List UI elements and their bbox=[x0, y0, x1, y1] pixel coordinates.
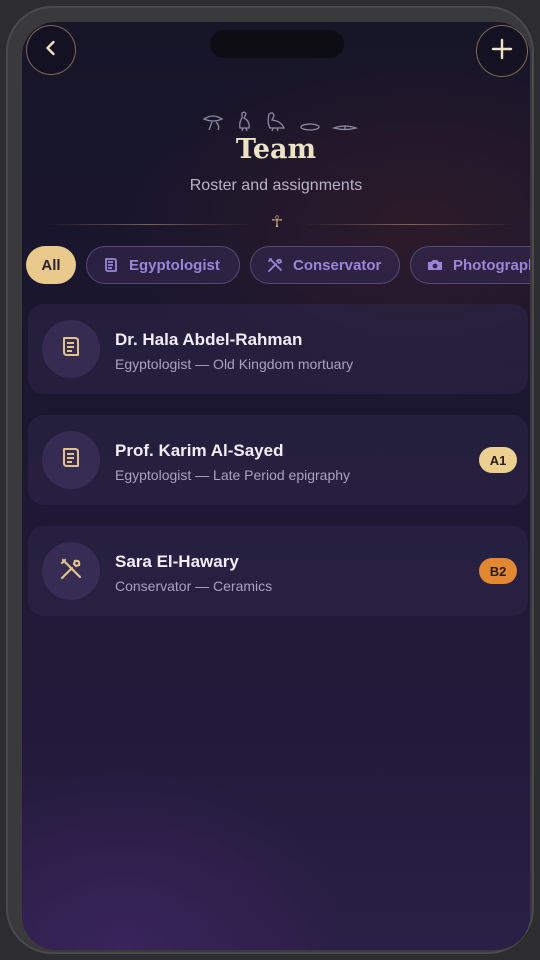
device-frame: Team Roster and assignments ☥ All Egypto… bbox=[6, 6, 534, 954]
eye-of-horus-icon bbox=[202, 115, 224, 131]
divider-right bbox=[304, 224, 516, 225]
camera-notch bbox=[210, 30, 344, 58]
scroll-icon bbox=[60, 446, 82, 475]
bird-glyph-icon bbox=[239, 111, 250, 132]
filter-chip-label: All bbox=[41, 256, 61, 274]
avatar bbox=[42, 542, 100, 600]
chevron-left-icon bbox=[42, 39, 60, 62]
filter-chip-label: Conservator bbox=[293, 256, 382, 274]
page-subtitle: Roster and assignments bbox=[189, 177, 363, 194]
hieroglyph-ornament bbox=[202, 106, 358, 132]
assignment-badge: A1 bbox=[479, 447, 517, 473]
member-name: Dr. Hala Abdel-Rahman bbox=[115, 330, 303, 349]
plus-icon bbox=[491, 38, 513, 65]
filter-chip-photographer[interactable]: Photographer bbox=[410, 246, 530, 284]
member-card[interactable]: Dr. Hala Abdel-Rahman Egyptologist — Old… bbox=[28, 304, 528, 394]
back-button[interactable] bbox=[26, 25, 76, 75]
ankh-icon: ☥ bbox=[271, 214, 283, 231]
member-name: Sara El-Hawary bbox=[115, 552, 239, 571]
member-card[interactable]: Sara El-Hawary Conservator — Ceramics B2 bbox=[28, 526, 528, 616]
member-name: Prof. Karim Al-Sayed bbox=[115, 441, 284, 460]
tools-icon bbox=[267, 257, 283, 273]
assignment-badge: B2 bbox=[479, 558, 517, 584]
filter-chip-conservator[interactable]: Conservator bbox=[250, 246, 400, 284]
filter-chip-label: Photographer bbox=[453, 256, 530, 274]
role-filter-bar: All Egyptologist Conservator Photographe… bbox=[26, 246, 530, 284]
scroll-icon bbox=[60, 335, 82, 364]
scroll-icon bbox=[103, 257, 119, 273]
owl-glyph-icon bbox=[267, 112, 285, 132]
water-glyph-icon bbox=[332, 125, 358, 131]
filter-chip-all[interactable]: All bbox=[26, 246, 76, 284]
avatar bbox=[42, 320, 100, 378]
member-role: Egyptologist — Old Kingdom mortuary bbox=[115, 356, 354, 372]
add-member-button[interactable] bbox=[476, 25, 528, 77]
app-screen: Team Roster and assignments ☥ All Egypto… bbox=[22, 22, 530, 950]
filter-chip-label: Egyptologist bbox=[129, 256, 220, 274]
page-title: Team bbox=[235, 134, 317, 165]
avatar bbox=[42, 431, 100, 489]
divider-left bbox=[46, 224, 252, 225]
camera-icon bbox=[427, 257, 443, 273]
member-role: Egyptologist — Late Period epigraphy bbox=[115, 467, 351, 483]
tools-icon bbox=[59, 557, 83, 586]
mouth-glyph-icon bbox=[300, 123, 320, 131]
member-card[interactable]: Prof. Karim Al-Sayed Egyptologist — Late… bbox=[28, 415, 528, 505]
filter-chip-egyptologist[interactable]: Egyptologist bbox=[86, 246, 240, 284]
member-role: Conservator — Ceramics bbox=[115, 578, 273, 594]
